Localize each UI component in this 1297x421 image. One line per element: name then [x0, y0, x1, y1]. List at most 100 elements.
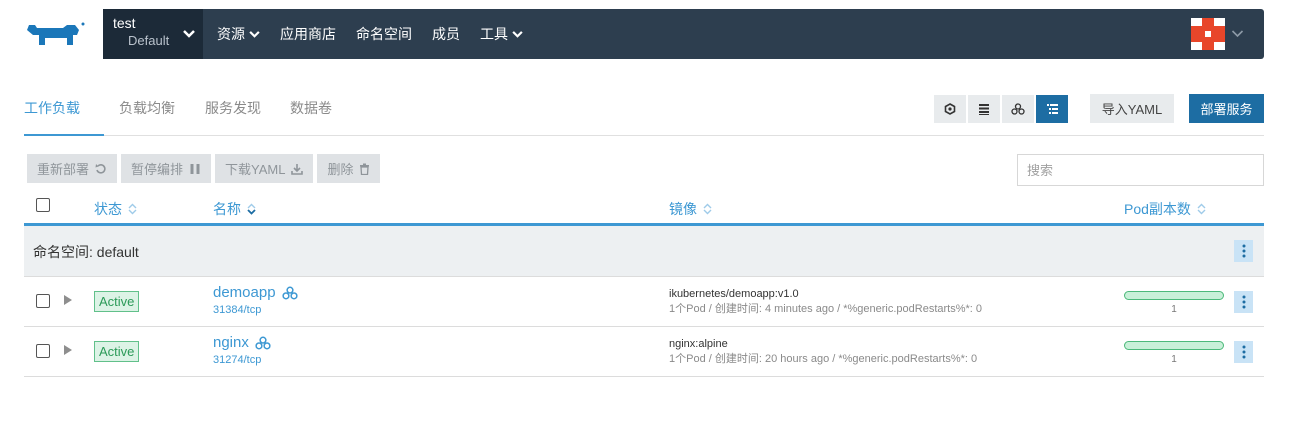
deploy-service-button[interactable]: 部署服务 — [1189, 94, 1264, 123]
image-name: nginx:alpine — [669, 338, 728, 350]
redeploy-label: 重新部署 — [37, 162, 90, 177]
image-name: ikubernetes/demoapp:v1.0 — [669, 288, 799, 300]
pod-count: 1 — [1171, 354, 1177, 365]
view-mode-switcher — [934, 95, 1068, 123]
nav-members-label: 成员 — [432, 26, 460, 42]
sort-icon — [703, 203, 712, 215]
delete-button[interactable]: 删除 — [317, 154, 381, 183]
expand-row-icon[interactable] — [64, 295, 72, 305]
column-image-label: 镜像 — [669, 201, 697, 217]
row-checkbox[interactable] — [36, 294, 50, 308]
port-link[interactable]: 31274/tcp — [213, 354, 271, 366]
port-link[interactable]: 31384/tcp — [213, 304, 298, 316]
project-switcher[interactable]: test Default — [103, 9, 203, 59]
image-cell: ikubernetes/demoapp:v1.0 1个Pod / 创建时间: 4… — [669, 287, 982, 317]
download-yaml-label: 下载YAML — [225, 162, 286, 177]
trash-icon — [360, 163, 370, 175]
nav-namespaces[interactable]: 命名空间 — [346, 24, 422, 44]
image-cell: nginx:alpine 1个Pod / 创建时间: 20 hours ago … — [669, 337, 977, 367]
user-menu[interactable] — [1191, 18, 1244, 50]
pod-replicas-cell: 1 — [1124, 291, 1224, 315]
table-row: Active demoapp 31384/tcp ikubernetes/dem… — [24, 277, 1264, 327]
workload-name-cell: nginx 31274/tcp — [213, 334, 271, 366]
pod-meta: 1个Pod / 创建时间: 4 minutes ago / *%generic.… — [669, 303, 983, 315]
view-tree-button[interactable] — [1036, 95, 1068, 123]
more-vertical-icon — [1242, 244, 1245, 258]
tab-volumes[interactable]: 数据卷 — [290, 87, 332, 136]
redeploy-button[interactable]: 重新部署 — [27, 154, 118, 183]
top-nav-bar: test Default 资源 应用商店 命名空间 成员 工具 — [10, 9, 1264, 59]
pause-icon — [190, 163, 200, 174]
sort-icon — [128, 203, 137, 215]
pod-health-bar — [1124, 341, 1224, 350]
pod-replicas-cell: 1 — [1124, 341, 1224, 365]
download-yaml-button[interactable]: 下载YAML — [215, 154, 314, 183]
table-header: 状态 名称 镜像 Pod副本数 — [24, 195, 1264, 226]
list-icon — [979, 104, 989, 115]
view-group-button[interactable] — [1002, 95, 1034, 123]
nav-tools[interactable]: 工具 — [470, 24, 533, 44]
import-yaml-button[interactable]: 导入YAML — [1090, 94, 1174, 123]
nav-members[interactable]: 成员 — [422, 24, 470, 44]
group-more-button[interactable] — [1234, 240, 1253, 262]
pod-meta: 1个Pod / 创建时间: 20 hours ago / *%generic.p… — [669, 353, 978, 365]
expand-row-icon[interactable] — [64, 345, 72, 355]
pod-count: 1 — [1171, 304, 1177, 315]
workload-name-cell: demoapp 31384/tcp — [213, 284, 298, 316]
nav-catalog-label: 应用商店 — [280, 26, 336, 42]
column-pod-replicas[interactable]: Pod副本数 — [1124, 199, 1206, 219]
pod-health-bar — [1124, 291, 1224, 300]
tree-list-icon — [1046, 104, 1058, 114]
pause-orchestration-button[interactable]: 暂停编排 — [121, 154, 212, 183]
column-image[interactable]: 镜像 — [669, 199, 712, 219]
download-icon — [291, 163, 304, 175]
row-checkbox[interactable] — [36, 344, 50, 358]
table-row: Active nginx 31274/tcp nginx:alpine 1个Po… — [24, 327, 1264, 377]
chevron-down-icon — [512, 30, 523, 38]
column-name[interactable]: 名称 — [213, 199, 256, 219]
avatar — [1191, 18, 1225, 50]
workload-link[interactable]: demoapp — [213, 284, 298, 301]
more-vertical-icon — [1242, 345, 1245, 359]
status-badge: Active — [94, 341, 140, 362]
nav-catalog[interactable]: 应用商店 — [270, 24, 346, 44]
workload-link[interactable]: nginx — [213, 334, 271, 351]
namespace-group-label: 命名空间: default — [33, 244, 139, 260]
tab-service-discovery[interactable]: 服务发现 — [205, 87, 261, 136]
row-more-button[interactable] — [1234, 291, 1253, 313]
view-node-button[interactable] — [934, 95, 966, 123]
nav-tools-label: 工具 — [480, 26, 508, 42]
column-status-label: 状态 — [94, 201, 122, 217]
namespace-group-row: 命名空间: default — [24, 226, 1264, 277]
sort-asc-icon — [247, 203, 256, 215]
more-vertical-icon — [1242, 295, 1245, 309]
cluster-icon — [281, 286, 298, 299]
main-nav: 资源 应用商店 命名空间 成员 工具 — [207, 9, 533, 59]
chevron-down-icon — [1231, 30, 1244, 38]
column-name-label: 名称 — [213, 201, 241, 217]
view-list-button[interactable] — [968, 95, 1000, 123]
tab-load-balancing[interactable]: 负载均衡 — [119, 87, 175, 136]
delete-label: 删除 — [327, 162, 354, 177]
column-pod-replicas-label: Pod副本数 — [1124, 201, 1191, 217]
cluster-icon — [255, 336, 271, 349]
column-status[interactable]: 状态 — [94, 199, 137, 219]
rancher-logo[interactable] — [10, 9, 103, 59]
workload-tabs: 工作负载 负载均衡 服务发现 数据卷 — [24, 87, 1264, 136]
sort-icon — [1197, 203, 1206, 215]
chevron-down-icon — [183, 26, 195, 41]
tab-workloads[interactable]: 工作负载 — [24, 87, 104, 136]
bulk-actions: 重新部署 暂停编排 下载YAML 删除 — [27, 154, 381, 183]
row-more-button[interactable] — [1234, 341, 1253, 363]
pause-label: 暂停编排 — [131, 162, 184, 177]
refresh-icon — [95, 163, 106, 174]
cow-logo-icon — [26, 22, 84, 45]
nav-namespaces-label: 命名空间 — [356, 26, 412, 42]
workload-name: nginx — [213, 334, 249, 351]
chevron-down-icon — [249, 30, 260, 38]
hexagon-icon — [944, 103, 956, 115]
select-all-checkbox[interactable] — [36, 198, 50, 212]
nav-resources[interactable]: 资源 — [207, 24, 270, 44]
nav-resources-label: 资源 — [217, 26, 245, 42]
search-input[interactable] — [1017, 154, 1264, 186]
